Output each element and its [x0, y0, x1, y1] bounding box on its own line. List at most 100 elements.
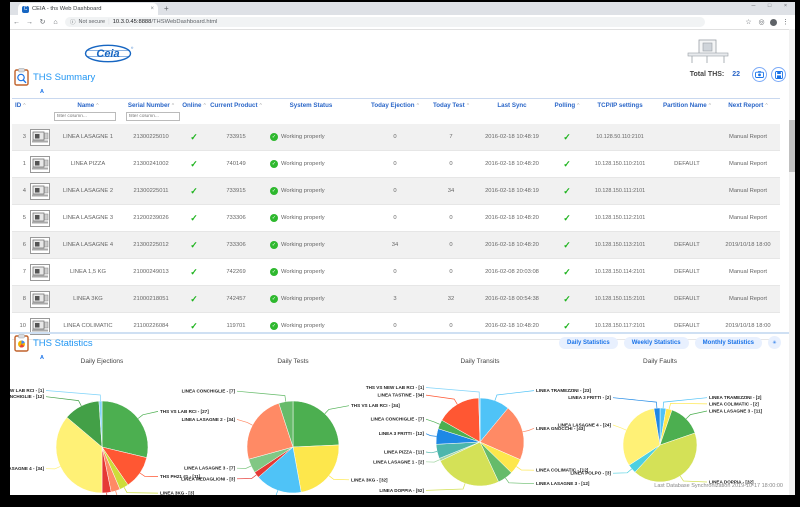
cell-tcpip: 10.128.150.112:2101 — [582, 205, 658, 231]
sort-caret-icon[interactable]: ^ — [23, 103, 25, 109]
snapshot-button[interactable] — [752, 67, 767, 82]
address-bar[interactable]: ⓘ Not secure | 10.3.0.45:8888 /THSWebDas… — [65, 17, 705, 27]
extension-icon[interactable]: ◎ — [755, 18, 768, 26]
cell-partition-name — [658, 178, 716, 204]
column-header-current-product[interactable]: Current Product^ — [210, 102, 262, 109]
summary-section-header: THS Summary — [14, 68, 95, 86]
cell-polling: ✓ — [552, 205, 582, 231]
online-check-icon: ✓ — [190, 267, 198, 278]
column-header-online[interactable]: Online^ — [178, 102, 210, 109]
pie-label: LINEA LASAGNE 2 - [34] — [182, 417, 236, 422]
table-row[interactable]: 7LINEA 1,5 KG21000249013✓742269✓Working … — [12, 259, 780, 286]
table-row[interactable]: 8LINEA 3KG21000218051✓742457✓Working pro… — [12, 286, 780, 313]
cell-today-ejection: 0 — [360, 205, 430, 231]
cell-serial-number: 21300225010 — [124, 124, 178, 150]
browser-tab[interactable]: C CEIA - ths Web Dashboard × — [18, 3, 158, 15]
pie-label-leader — [46, 466, 60, 469]
cell-name: LINEA 3KG — [52, 286, 124, 312]
pie-label: THS VS NEW LAB RCI - [1] — [366, 385, 425, 390]
pie-label: LINEA LASAGNE 4 - [34] — [10, 466, 44, 471]
cell-system-status: ✓Working properly — [262, 178, 360, 204]
table-row[interactable]: 3LINEA LASAGNE 121300225010✓733915✓Worki… — [12, 124, 780, 151]
cell-current-product: 733306 — [210, 205, 262, 231]
cell-name: LINEA PIZZA — [52, 151, 124, 177]
table-row[interactable]: 6LINEA LASAGNE 421300225012✓733306✓Worki… — [12, 232, 780, 259]
column-header-id[interactable]: ID^ — [12, 102, 52, 109]
cell-partition-name: DEFAULT — [658, 151, 716, 177]
cell-polling: ✓ — [552, 151, 582, 177]
cell-partition-name: DEFAULT — [658, 232, 716, 258]
cell-partition-name: DEFAULT — [658, 259, 716, 285]
column-header-polling[interactable]: Polling^ — [552, 102, 582, 109]
back-icon[interactable]: ← — [10, 19, 23, 26]
status-label: Working properly — [281, 134, 325, 140]
sort-caret-icon[interactable]: ^ — [709, 103, 711, 109]
menu-dots-icon[interactable]: ⋮ — [779, 18, 792, 26]
cell-name: LINEA LASAGNE 2 — [52, 178, 124, 204]
reload-icon[interactable]: ↻ — [36, 18, 49, 26]
status-ok-icon: ✓ — [270, 214, 278, 222]
table-row[interactable]: 5LINEA LASAGNE 321200239026✓733306✓Worki… — [12, 205, 780, 232]
sort-caret-icon[interactable]: ^ — [172, 103, 174, 109]
monthly-statistics-button[interactable]: Monthly Statistics — [695, 337, 762, 349]
browser-toolbar: ← → ↻ ⌂ ⓘ Not secure | 10.3.0.45:8888 /T… — [10, 15, 795, 30]
table-row[interactable]: 1LINEA PIZZA21300241002✓740149✓Working p… — [12, 151, 780, 178]
online-check-icon: ✓ — [190, 159, 198, 170]
pie-slice[interactable] — [293, 401, 339, 447]
home-icon[interactable]: ⌂ — [49, 19, 62, 26]
cell-online: ✓ — [178, 286, 210, 312]
sort-caret-icon[interactable]: ^ — [203, 103, 205, 109]
pie-label-leader — [517, 467, 535, 471]
table-row[interactable]: 4LINEA LASAGNE 221300225011✓733915✓Worki… — [12, 178, 780, 205]
profile-avatar[interactable] — [770, 19, 777, 26]
statistics-extra-button[interactable]: ✳ — [768, 336, 781, 349]
column-header-partition-name[interactable]: Partition Name^ — [658, 102, 716, 109]
cell-online: ✓ — [178, 259, 210, 285]
bookmark-star-icon[interactable]: ☆ — [742, 18, 755, 26]
minimize-button[interactable]: ─ — [746, 2, 761, 11]
cell-today-test: 32 — [430, 286, 472, 312]
column-header-today-test[interactable]: Today Test^ — [430, 102, 472, 109]
cell-today-test: 0 — [430, 313, 472, 339]
cell-next-report: Manual Report — [716, 124, 780, 150]
cell-name: LINEA LASAGNE 4 — [52, 232, 124, 258]
url-path: /THSWebDashboard.html — [151, 19, 217, 25]
cell-online: ✓ — [178, 313, 210, 339]
cell-system-status: ✓Working properly — [262, 313, 360, 339]
machine-thumbnail-image — [30, 183, 50, 200]
floppy-disk-icon — [775, 71, 783, 79]
tab-close-icon[interactable]: × — [150, 6, 154, 12]
column-header-today-ejection[interactable]: Today Ejection^ — [360, 102, 430, 109]
sort-caret-icon[interactable]: ^ — [577, 103, 579, 109]
summary-collapse-toggle[interactable]: A — [40, 89, 44, 95]
machine-thumbnail-image — [30, 210, 50, 227]
maximize-button[interactable]: □ — [762, 2, 777, 11]
info-icon[interactable]: ⓘ — [70, 18, 76, 26]
save-button[interactable] — [771, 67, 786, 82]
tab-title: CEIA - ths Web Dashboard — [32, 6, 148, 12]
cell-current-product: 733915 — [210, 124, 262, 150]
daily-statistics-button[interactable]: Daily Statistics — [559, 337, 618, 349]
sort-caret-icon[interactable]: ^ — [765, 103, 767, 109]
name-filter-input[interactable] — [54, 112, 116, 121]
polling-check-icon: ✓ — [563, 186, 571, 197]
status-label: Working properly — [281, 215, 325, 221]
column-header-serial-number[interactable]: Serial Number^ — [124, 102, 178, 109]
weekly-statistics-button[interactable]: Weekly Statistics — [624, 337, 689, 349]
scrollbar-thumb[interactable] — [789, 120, 795, 172]
machine-thumbnail-image — [30, 264, 50, 281]
sort-caret-icon[interactable]: ^ — [96, 103, 98, 109]
new-tab-button[interactable]: + — [164, 4, 169, 13]
column-header-next-report[interactable]: Next Report^ — [716, 102, 780, 109]
cell-polling: ✓ — [552, 286, 582, 312]
pie-label: LINEA CONCHIGLIE - [7] — [371, 417, 425, 422]
sort-caret-icon[interactable]: ^ — [417, 103, 419, 109]
machine-thumbnail-image — [30, 291, 50, 308]
serial-filter-input[interactable] — [126, 112, 180, 121]
close-button[interactable]: × — [778, 2, 793, 11]
sort-caret-icon[interactable]: ^ — [467, 103, 469, 109]
forward-icon[interactable]: → — [23, 19, 36, 26]
pie-label-leader — [613, 469, 632, 473]
page-scrollbar[interactable] — [789, 29, 795, 495]
column-header-name[interactable]: Name^ — [52, 102, 124, 109]
